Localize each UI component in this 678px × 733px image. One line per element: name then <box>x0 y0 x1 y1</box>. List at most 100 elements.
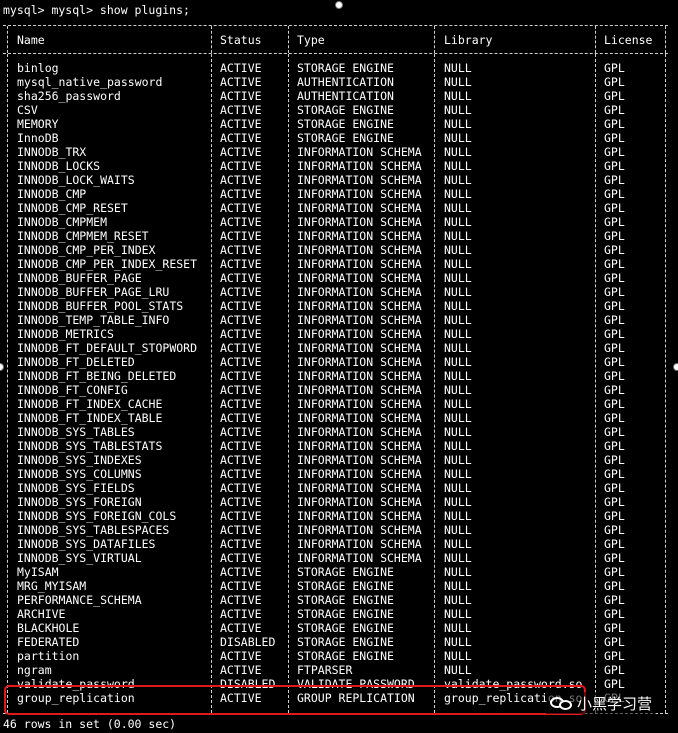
watermark: 小黑学习营 <box>546 692 657 714</box>
cell-type: INFORMATION SCHEMA <box>297 299 422 313</box>
cell-type: INFORMATION SCHEMA <box>297 271 422 285</box>
cell-status: ACTIVE <box>220 649 262 663</box>
cell-status: ACTIVE <box>220 201 262 215</box>
column-header-status: Status <box>220 33 262 47</box>
cell-name: INNODB_FT_INDEX_TABLE <box>17 411 163 425</box>
cell-status: ACTIVE <box>220 215 262 229</box>
cell-license: GPL <box>604 579 625 593</box>
cell-status: ACTIVE <box>220 257 262 271</box>
cell-status: ACTIVE <box>220 509 262 523</box>
cell-status: ACTIVE <box>220 481 262 495</box>
cell-status: ACTIVE <box>220 285 262 299</box>
cell-status: ACTIVE <box>220 355 262 369</box>
cell-license: GPL <box>604 117 625 131</box>
resize-handle-left[interactable] <box>0 363 4 371</box>
cell-library: NULL <box>444 75 472 89</box>
cell-license: GPL <box>604 271 625 285</box>
cell-library: NULL <box>444 187 472 201</box>
resize-handle-right[interactable] <box>673 363 678 371</box>
cell-license: GPL <box>604 663 625 677</box>
cell-library: NULL <box>444 131 472 145</box>
cell-type: INFORMATION SCHEMA <box>297 425 422 439</box>
cell-type: INFORMATION SCHEMA <box>297 327 422 341</box>
cell-status: ACTIVE <box>220 551 262 565</box>
cell-license: GPL <box>604 341 625 355</box>
cell-type: AUTHENTICATION <box>297 89 394 103</box>
cell-name: PERFORMANCE_SCHEMA <box>17 593 142 607</box>
cell-name: mysql_native_password <box>17 75 163 89</box>
cell-type: STORAGE ENGINE <box>297 103 394 117</box>
cell-name: INNODB_BUFFER_PAGE <box>17 271 142 285</box>
cell-license: GPL <box>604 75 625 89</box>
cell-license: GPL <box>604 495 625 509</box>
cell-name: INNODB_SYS_FOREIGN <box>17 495 142 509</box>
column-divider <box>288 54 289 713</box>
cell-type: INFORMATION SCHEMA <box>297 411 422 425</box>
cell-type: INFORMATION SCHEMA <box>297 215 422 229</box>
cell-library: NULL <box>444 481 472 495</box>
cell-license: GPL <box>604 621 625 635</box>
column-divider <box>595 54 596 713</box>
cell-type: INFORMATION SCHEMA <box>297 495 422 509</box>
cell-license: GPL <box>604 677 625 691</box>
cell-license: GPL <box>604 425 625 439</box>
cell-name: INNODB_FT_BEING_DELETED <box>17 369 177 383</box>
cell-status: ACTIVE <box>220 537 262 551</box>
cell-name: INNODB_SYS_FIELDS <box>17 481 135 495</box>
cell-library: NULL <box>444 523 472 537</box>
cell-type: INFORMATION SCHEMA <box>297 467 422 481</box>
cell-type: INFORMATION SCHEMA <box>297 145 422 159</box>
cell-license: GPL <box>604 313 625 327</box>
terminal-window[interactable]: mysql> mysql> show plugins; Name Status Ty… <box>0 0 678 733</box>
cell-type: INFORMATION SCHEMA <box>297 453 422 467</box>
cell-license: GPL <box>604 89 625 103</box>
cell-name: INNODB_FT_DELETED <box>17 355 135 369</box>
cell-name: INNODB_TRX <box>17 145 87 159</box>
cell-type: INFORMATION SCHEMA <box>297 397 422 411</box>
cell-type: STORAGE ENGINE <box>297 579 394 593</box>
highlight-box <box>4 685 586 715</box>
cell-license: GPL <box>604 537 625 551</box>
cell-status: ACTIVE <box>220 271 262 285</box>
column-divider <box>665 26 666 53</box>
cell-status: ACTIVE <box>220 159 262 173</box>
cell-library: NULL <box>444 229 472 243</box>
cell-type: STORAGE ENGINE <box>297 117 394 131</box>
cell-license: GPL <box>604 453 625 467</box>
column-header-type: Type <box>297 33 325 47</box>
resize-handle-top[interactable] <box>335 1 343 9</box>
cell-license: GPL <box>604 201 625 215</box>
cell-type: INFORMATION SCHEMA <box>297 187 422 201</box>
cell-status: ACTIVE <box>220 61 262 75</box>
column-header-license: License <box>604 33 653 47</box>
cell-license: GPL <box>604 131 625 145</box>
cell-type: STORAGE ENGINE <box>297 607 394 621</box>
cell-name: INNODB_CMPMEM <box>17 215 108 229</box>
cell-status: ACTIVE <box>220 383 262 397</box>
cell-name: INNODB_LOCK_WAITS <box>17 173 135 187</box>
cell-status: ACTIVE <box>220 467 262 481</box>
cell-name: INNODB_TEMP_TABLE_INFO <box>17 313 170 327</box>
cell-status: ACTIVE <box>220 439 262 453</box>
cell-status: ACTIVE <box>220 117 262 131</box>
cell-name: MRG_MYISAM <box>17 579 87 593</box>
cell-license: GPL <box>604 565 625 579</box>
cell-type: AUTHENTICATION <box>297 75 394 89</box>
cell-license: GPL <box>604 481 625 495</box>
cell-license: GPL <box>604 523 625 537</box>
cell-type: STORAGE ENGINE <box>297 61 394 75</box>
cell-license: GPL <box>604 61 625 75</box>
cell-license: GPL <box>604 355 625 369</box>
column-divider <box>288 26 289 53</box>
cell-license: GPL <box>604 397 625 411</box>
cell-name: sha256_password <box>17 89 121 103</box>
cell-type: INFORMATION SCHEMA <box>297 229 422 243</box>
cell-status: ACTIVE <box>220 243 262 257</box>
cell-library: NULL <box>444 565 472 579</box>
cell-name: INNODB_CMP_PER_INDEX <box>17 243 156 257</box>
cell-type: INFORMATION SCHEMA <box>297 243 422 257</box>
cell-license: GPL <box>604 215 625 229</box>
cell-library: NULL <box>444 173 472 187</box>
cell-status: ACTIVE <box>220 313 262 327</box>
cell-status: ACTIVE <box>220 173 262 187</box>
